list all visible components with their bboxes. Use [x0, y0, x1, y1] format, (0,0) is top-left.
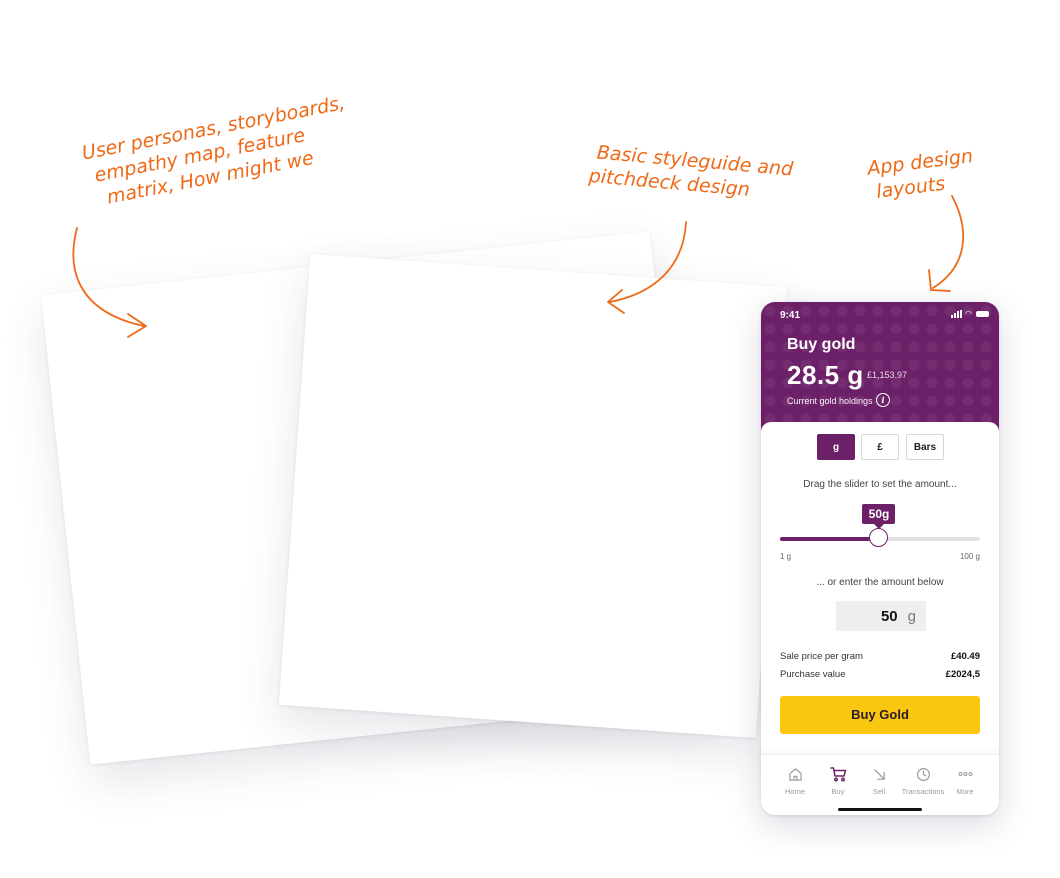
- battery-icon: [976, 311, 989, 317]
- signal-icon: [951, 310, 962, 318]
- slider-fill: [780, 537, 879, 541]
- purchase-value-label: Purchase value: [780, 669, 846, 680]
- arrow-app-icon: [928, 195, 964, 292]
- buy-gold-header: 9:41 ◠ Buy gold 28.5 g £1,153.97 Current…: [761, 302, 999, 434]
- nav-buy[interactable]: Buy: [818, 765, 858, 796]
- purchase-value-row: Purchase value £2024,5: [780, 669, 980, 680]
- wifi-icon: ◠: [965, 309, 972, 318]
- nav-more[interactable]: More: [945, 765, 985, 796]
- annotation-styleguide: Basic styleguide and pitchdeck design: [588, 140, 794, 205]
- nav-buy-label: Buy: [831, 787, 845, 796]
- clock-icon: [916, 767, 930, 781]
- sale-price-label: Sale price per gram: [780, 651, 863, 662]
- nav-transactions[interactable]: Transactions: [900, 765, 946, 796]
- styleguide-document-sheet: [278, 253, 788, 739]
- amount-input[interactable]: 50 g: [836, 601, 926, 631]
- gold-holdings-value: £1,153.97: [867, 370, 908, 380]
- unit-tab-grams[interactable]: g: [817, 434, 855, 460]
- bottom-nav: Home Buy Sell Transactions More: [761, 754, 999, 815]
- arrow-down-right-icon: [873, 768, 885, 780]
- status-icons: ◠: [951, 310, 989, 318]
- nav-more-label: More: [956, 787, 974, 796]
- amount-slider[interactable]: [780, 528, 980, 547]
- buy-gold-button[interactable]: Buy Gold: [780, 696, 980, 734]
- enter-amount-prompt: ... or enter the amount below: [816, 577, 944, 588]
- nav-sell-label: Sell: [872, 787, 886, 796]
- amount-input-unit: g: [907, 607, 916, 625]
- slider-thumb[interactable]: [868, 528, 888, 547]
- nav-home-label: Home: [784, 787, 805, 796]
- slider-value-bubble: 50g: [862, 504, 896, 529]
- phone-screen: 9:41 ◠ Buy gold 28.5 g £1,153.97 Current…: [761, 302, 999, 815]
- home-indicator: [838, 808, 922, 811]
- annotation-research: User personas, storyboards, empathy map,…: [80, 91, 356, 213]
- info-icon[interactable]: i: [876, 393, 890, 407]
- sale-price-value: £40.49: [950, 651, 980, 662]
- unit-tab-pounds[interactable]: £: [861, 434, 899, 460]
- purchase-value-amount: £2024,5: [945, 669, 980, 680]
- annotation-app: App design layouts: [866, 144, 977, 205]
- home-icon: [788, 767, 802, 781]
- nav-transactions-label: Transactions: [901, 787, 945, 796]
- cart-icon: [829, 767, 846, 782]
- more-icon: [958, 772, 972, 776]
- slider-max-label: 100 g: [959, 552, 980, 561]
- unit-tab-bars[interactable]: Bars: [906, 434, 944, 460]
- amount-input-value: 50: [880, 607, 898, 625]
- sale-price-row: Sale price per gram £40.49: [780, 651, 980, 662]
- slider-prompt: Drag the slider to set the amount...: [803, 479, 957, 490]
- gold-holdings-label: Current gold holdings: [787, 396, 873, 406]
- status-time: 9:41: [780, 310, 801, 321]
- gold-holdings-amount: 28.5 g: [787, 360, 864, 390]
- page-title: Buy gold: [787, 336, 856, 353]
- nav-sell[interactable]: Sell: [859, 765, 899, 796]
- nav-home[interactable]: Home: [775, 765, 815, 796]
- slider-min-label: 1 g: [780, 552, 792, 561]
